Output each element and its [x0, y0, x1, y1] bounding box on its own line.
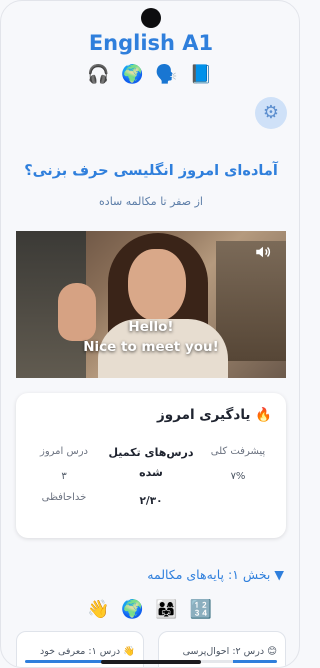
lesson-progress-fill — [233, 660, 277, 663]
section-icon-row: 👋 🌍 👨‍👩‍👧 🔢 — [1, 599, 299, 620]
app-title: English A1 — [88, 31, 214, 55]
header-icon-row: 🎧 🌍 🗣️ 📘 — [1, 64, 299, 85]
stat-value: ۷% — [230, 471, 246, 482]
home-indicator[interactable] — [101, 660, 201, 664]
stat-today-lesson[interactable]: درس امروز ۳ خداحافظی — [21, 443, 107, 503]
stat-label: درس امروز — [40, 446, 88, 457]
stat-value: ۲/۳۰ — [139, 495, 163, 507]
headphones-icon: 🎧 — [87, 64, 113, 85]
globe-icon: 🌍 — [121, 599, 147, 620]
section-header[interactable]: ▼ بخش ۱: پایه‌های مکالمه — [147, 567, 284, 582]
camera-notch — [141, 8, 161, 28]
stat-value: ۳ — [61, 471, 67, 482]
stat-overall-progress: پیشرفت کلی ۷% — [195, 443, 281, 482]
gear-icon: ⚙ — [262, 102, 280, 123]
hero-subtitle: از صفر تا مکالمه ساده — [99, 195, 203, 208]
stat-label: درس‌های تکمیل شده — [108, 446, 194, 479]
app-screen: English A1 🎧 🌍 🗣️ 📘 ⚙ آماده‌ای امروز انگ… — [0, 0, 300, 668]
video-caption-line1: Hello! — [128, 319, 174, 335]
book-icon: 📘 — [189, 64, 215, 85]
stat-label: پیشرفت کلی — [210, 446, 266, 457]
video-person-face — [128, 249, 186, 321]
family-icon: 👨‍👩‍👧 — [155, 599, 181, 620]
stat-completed-lessons: درس‌های تکمیل شده ۲/۳۰ — [108, 443, 194, 507]
video-caption-line2: Nice to meet you! — [83, 339, 219, 355]
waving-hand-icon: 👋 — [87, 599, 113, 620]
numbers-icon: 🔢 — [189, 599, 215, 620]
intro-video[interactable]: Hello! Nice to meet you! — [16, 231, 286, 378]
daily-learning-title: 🔥 یادگیری امروز — [157, 407, 272, 423]
hero-title: آماده‌ای امروز انگلیسی حرف بزنی؟ — [24, 163, 278, 179]
lesson-title: 👋 درس ۱: معرفی خود — [39, 646, 135, 657]
settings-button[interactable]: ⚙ — [255, 97, 287, 129]
globe-icon: 🌍 — [121, 64, 147, 85]
speaker-icon[interactable] — [254, 243, 272, 261]
lesson-title: 😊 درس ۲: احوال‌پرسی — [182, 646, 277, 657]
speaking-head-icon: 🗣️ — [155, 64, 181, 85]
daily-learning-card: 🔥 یادگیری امروز پیشرفت کلی ۷% درس‌های تک… — [16, 393, 286, 538]
stat-lesson-name: خداحافظی — [41, 492, 87, 503]
